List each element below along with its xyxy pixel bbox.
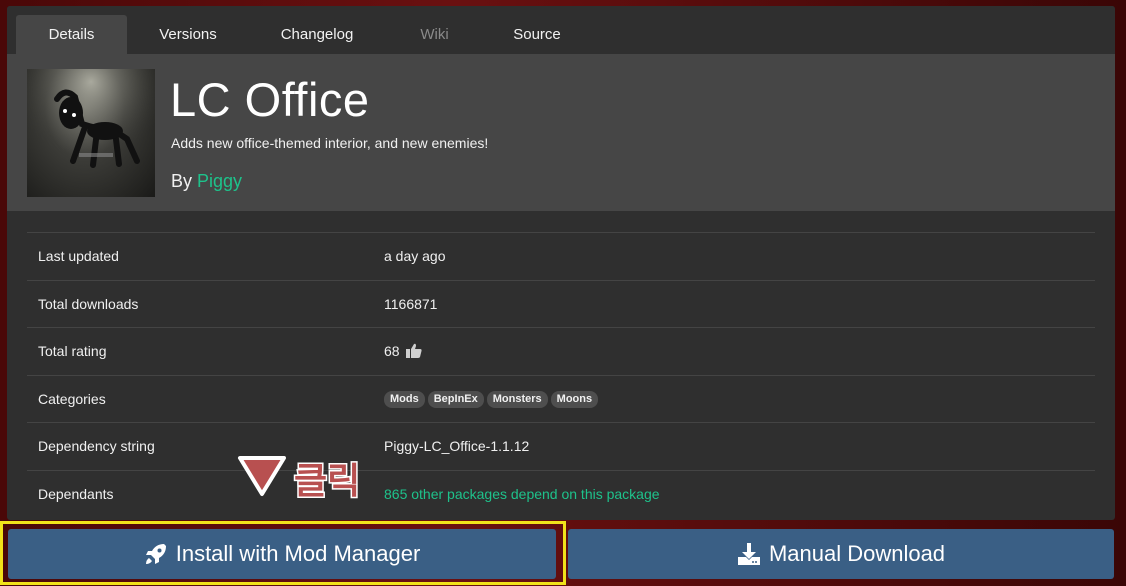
download-button-label: Manual Download (768, 541, 946, 566)
tab-versions[interactable]: Versions (138, 15, 238, 55)
click-annotation-text: 클릭 (292, 460, 361, 504)
row-label: Dependency string (38, 438, 155, 454)
click-annotation: 클릭 (236, 452, 362, 504)
author-link[interactable]: Piggy (197, 171, 242, 191)
package-thumbnail (27, 69, 155, 197)
tab-source[interactable]: Source (502, 15, 572, 55)
row-label: Total rating (38, 343, 107, 359)
install-with-mod-manager-button[interactable]: Install with Mod Manager (8, 529, 556, 579)
rocket-icon (144, 542, 168, 566)
table-row: Total downloads 1166871 (27, 279, 1095, 328)
row-value: 1166871 (384, 295, 438, 312)
tab-wiki[interactable]: Wiki (402, 15, 467, 55)
manual-download-button[interactable]: Manual Download (568, 529, 1114, 579)
package-author-line: By Piggy (171, 171, 242, 192)
dependency-string: Piggy-LC_Office-1.1.12 (384, 438, 530, 454)
thumbs-up-icon[interactable] (406, 330, 423, 377)
category-badge[interactable]: Moons (550, 391, 599, 409)
download-icon (737, 542, 761, 566)
category-badge[interactable]: BepInEx (427, 391, 484, 409)
package-description: Adds new office-themed interior, and new… (171, 135, 489, 151)
package-panel: Details Versions Changelog Wiki Source L… (7, 6, 1115, 520)
details-table: Last updated a day ago Total downloads 1… (27, 232, 1095, 517)
tab-bar: Details Versions Changelog Wiki Source (7, 6, 1115, 55)
dependants-link[interactable]: 865 other packages depend on this packag… (384, 471, 660, 518)
row-label: Total downloads (38, 295, 139, 312)
row-value: 68 (384, 328, 423, 377)
table-row: Categories Mods BepInEx Monsters Moons (27, 374, 1095, 423)
package-header: LC Office Adds new office-themed interio… (7, 54, 1115, 211)
row-value: a day ago (384, 248, 446, 264)
rating-value: 68 (384, 343, 400, 359)
down-triangle-icon (236, 454, 288, 503)
table-row: Total rating 68 (27, 327, 1095, 375)
table-row: Last updated a day ago (27, 232, 1095, 280)
install-button-label: Install with Mod Manager (175, 541, 421, 566)
by-prefix: By (171, 171, 198, 191)
tab-changelog[interactable]: Changelog (262, 15, 372, 55)
table-row: Dependants 865 other packages depend on … (27, 469, 1095, 518)
row-label: Categories (38, 390, 106, 407)
table-row: Dependency string Piggy-LC_Office-1.1.12 (27, 422, 1095, 470)
category-badges: Mods BepInEx Monsters Moons (384, 376, 601, 423)
category-badge[interactable]: Mods (384, 391, 425, 409)
category-badge[interactable]: Monsters (486, 391, 548, 409)
package-title: LC Office (170, 73, 370, 126)
tab-details[interactable]: Details (16, 15, 127, 55)
row-label: Dependants (38, 485, 114, 502)
row-label: Last updated (38, 248, 119, 264)
